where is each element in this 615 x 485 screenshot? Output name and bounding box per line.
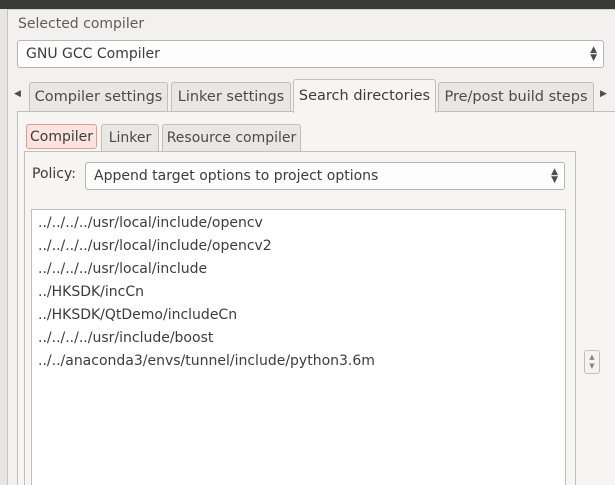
- tab-compiler-settings[interactable]: Compiler settings: [29, 82, 168, 111]
- list-item[interactable]: ../../../../usr/local/include/opencv: [38, 215, 263, 231]
- combo-spinner-icon: ▲ ▼: [590, 45, 597, 63]
- list-item[interactable]: ../HKSDK/QtDemo/includeCn: [38, 307, 237, 323]
- subtab-compiler[interactable]: Compiler: [26, 124, 97, 149]
- list-item[interactable]: ../../../../usr/local/include/opencv2: [38, 238, 272, 254]
- subtab-linker[interactable]: Linker: [101, 124, 159, 151]
- selected-compiler-label: Selected compiler: [18, 16, 145, 32]
- window-titlebar: [0, 0, 615, 9]
- tab-pre-post-build-steps[interactable]: Pre/post build steps: [438, 82, 594, 111]
- list-scroll-spinner-icon[interactable]: ▲ ▼: [584, 350, 600, 374]
- policy-spinner-icon: ▲ ▼: [551, 167, 558, 185]
- policy-select-value: Append target options to project options: [94, 168, 379, 184]
- left-panel-edge: [0, 9, 8, 485]
- list-item[interactable]: ../../anaconda3/envs/tunnel/include/pyth…: [38, 353, 375, 369]
- list-item[interactable]: ../../../../usr/local/include: [38, 261, 207, 277]
- list-item[interactable]: ../../../../usr/include/boost: [38, 330, 213, 346]
- tab-linker-settings[interactable]: Linker settings: [171, 82, 291, 111]
- tab-scroll-right-icon[interactable]: ▶: [600, 89, 607, 99]
- subtab-resource-compiler[interactable]: Resource compiler: [162, 124, 301, 151]
- policy-label: Policy:: [32, 166, 76, 182]
- list-item[interactable]: ../HKSDK/incCn: [38, 284, 144, 300]
- directories-list[interactable]: ../../../../usr/local/include/opencv ../…: [31, 209, 566, 485]
- compiler-select-value: GNU GCC Compiler: [26, 46, 160, 62]
- compiler-select[interactable]: GNU GCC Compiler ▲ ▼: [17, 40, 604, 68]
- policy-select[interactable]: Append target options to project options…: [85, 162, 565, 190]
- tab-scroll-left-icon[interactable]: ◀: [14, 89, 21, 99]
- tab-search-directories[interactable]: Search directories: [293, 79, 436, 113]
